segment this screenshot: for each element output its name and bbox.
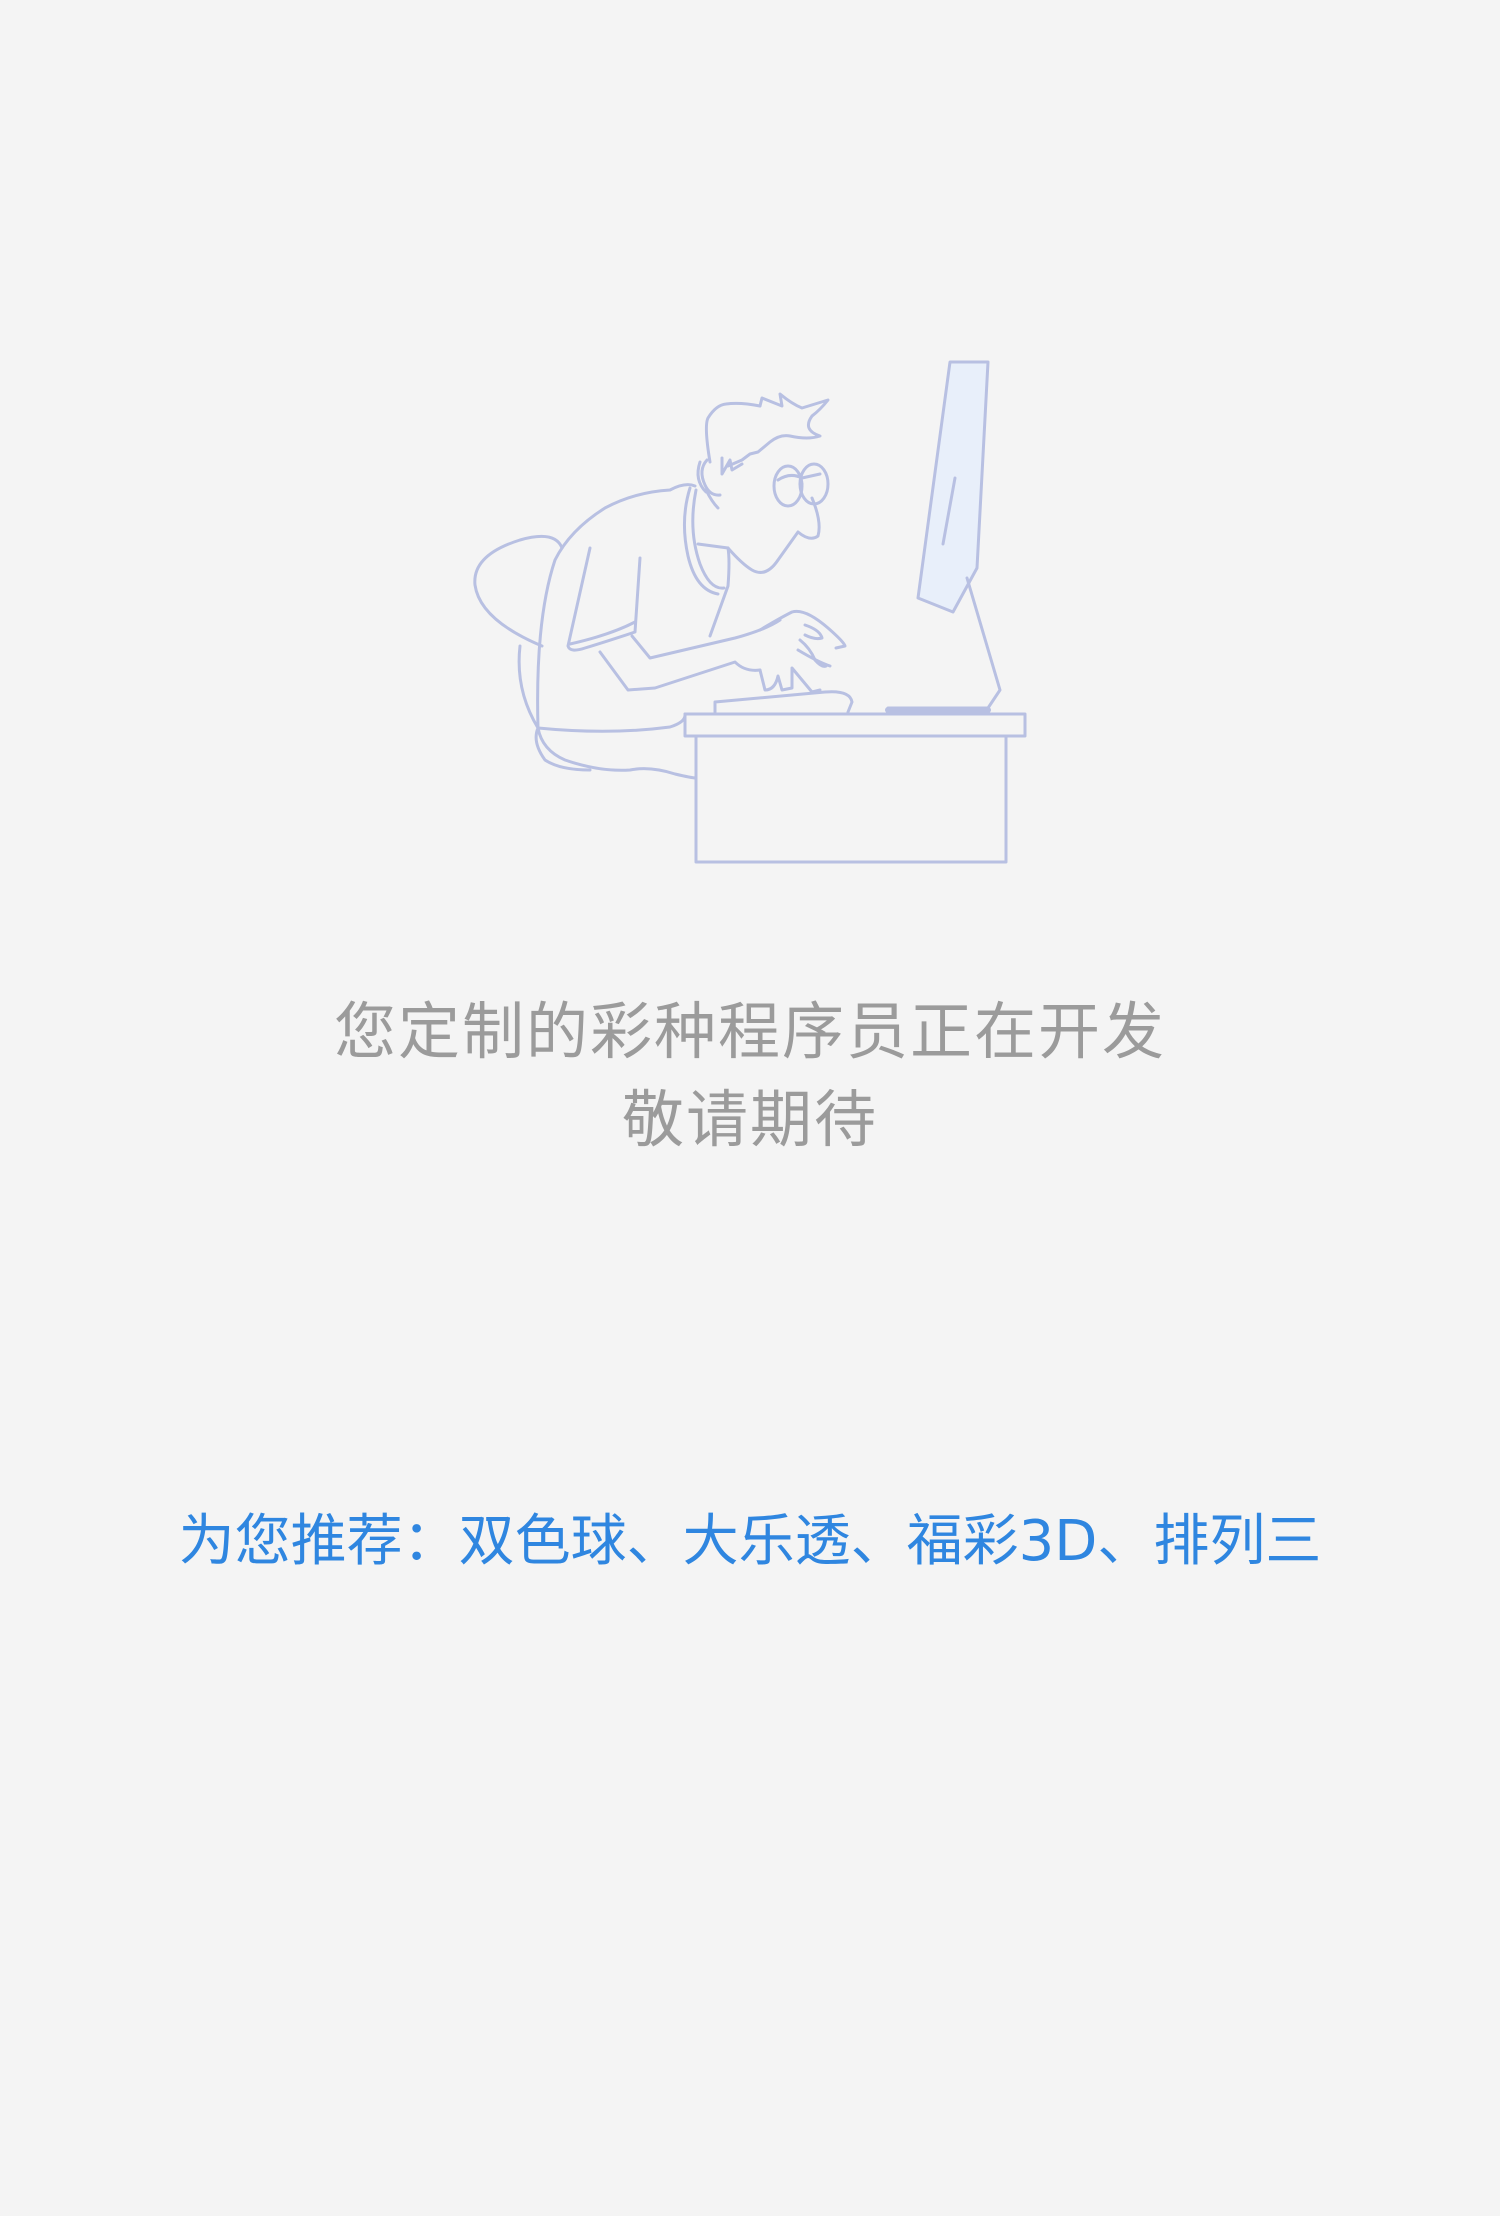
- recommend-link-shuangseqiu[interactable]: 双色球: [459, 1509, 627, 1574]
- status-line-stay-tuned: 敬请期待: [621, 1083, 878, 1156]
- recommend-separator: 、: [626, 1509, 683, 1574]
- recommendation-bar: 为您推荐：双色球、大乐透、福彩3D、排列三: [0, 1502, 1500, 1582]
- recommend-link-pailiesan[interactable]: 排列三: [1153, 1509, 1321, 1574]
- recommend-separator: 、: [850, 1509, 907, 1574]
- recommend-prefix: 为您推荐：: [178, 1509, 459, 1574]
- recommend-link-fucai3d[interactable]: 福彩3D: [907, 1509, 1098, 1574]
- status-message: 您定制的彩种程序员正在开发 敬请期待: [0, 988, 1500, 1164]
- recommend-separator: 、: [1097, 1509, 1154, 1574]
- programmer-at-computer-icon: [460, 350, 1040, 870]
- status-line-developing: 您定制的彩种程序员正在开发: [333, 995, 1166, 1068]
- recommend-link-daletou[interactable]: 大乐透: [683, 1509, 851, 1574]
- coming-soon-page: 您定制的彩种程序员正在开发 敬请期待 为您推荐：双色球、大乐透、福彩3D、排列三: [0, 0, 1500, 2216]
